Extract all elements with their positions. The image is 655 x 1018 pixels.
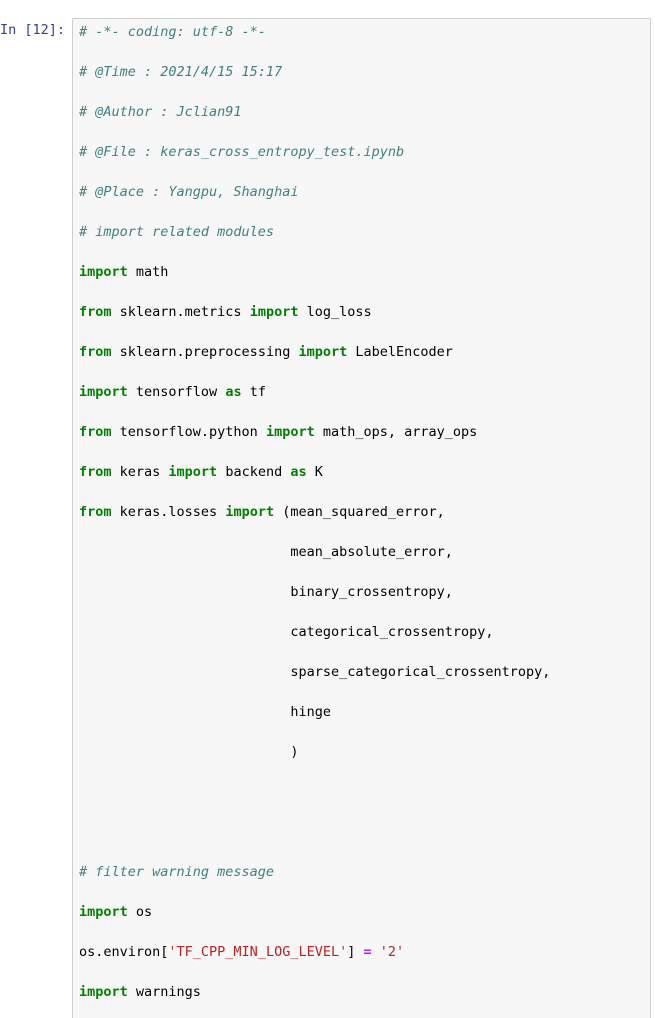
code-token-n: log_loss xyxy=(298,304,372,320)
code-token-n: os xyxy=(127,904,153,920)
code-line: from tensorflow.python import math_ops, … xyxy=(79,422,646,442)
code-token-s: 'TF_CPP_MIN_LOG_LEVEL' xyxy=(168,944,348,960)
code-token-n: sklearn.metrics xyxy=(111,304,250,320)
code-token-k: from xyxy=(79,344,112,360)
code-line: # -*- coding: utf-8 -*- xyxy=(79,22,646,42)
code-line: from sklearn.metrics import log_loss xyxy=(79,302,646,322)
code-token-n: ] xyxy=(347,944,364,960)
code-token-k: import xyxy=(79,384,128,400)
code-token-k: from xyxy=(79,304,112,320)
code-line: # @Time : 2021/4/15 15:17 xyxy=(79,62,646,82)
code-line: ) xyxy=(79,742,646,762)
code-token-n: sparse_categorical_crossentropy, xyxy=(79,664,551,680)
code-token-n xyxy=(372,944,380,960)
code-token-k: from xyxy=(79,424,112,440)
cell-execution-prompt[interactable]: In [12]: xyxy=(0,18,72,40)
notebook-code-cell[interactable]: In [12]: # -*- coding: utf-8 -*- # @Time… xyxy=(0,0,655,1018)
code-token-c: # @Author : Jclian91 xyxy=(79,104,242,120)
code-line: # import related modules xyxy=(79,222,646,242)
code-token-k: import xyxy=(168,464,218,480)
code-token-n: binary_crossentropy, xyxy=(79,584,453,600)
code-token-n: backend xyxy=(217,464,291,480)
code-line: binary_crossentropy, xyxy=(79,582,646,602)
cell-input-area[interactable]: # -*- coding: utf-8 -*- # @Time : 2021/4… xyxy=(72,18,651,1018)
code-line: # @Place : Yangpu, Shanghai xyxy=(79,182,646,202)
code-token-n: keras xyxy=(111,464,169,480)
code-line: # filter warning message xyxy=(79,862,646,882)
code-token-n: warnings xyxy=(127,984,201,1000)
code-token-s: '2' xyxy=(379,944,405,960)
code-token-n: ) xyxy=(79,744,299,760)
code-token-c: # import related modules xyxy=(79,224,275,240)
code-token-n: hinge xyxy=(79,704,331,720)
code-token-k: import xyxy=(249,304,299,320)
code-token-k: from xyxy=(79,504,112,520)
code-token-n: tensorflow xyxy=(127,384,226,400)
code-editor[interactable]: # -*- coding: utf-8 -*- # @Time : 2021/4… xyxy=(79,22,646,1018)
code-line: sparse_categorical_crossentropy, xyxy=(79,662,646,682)
code-line: hinge xyxy=(79,702,646,722)
code-token-o: = xyxy=(363,944,372,960)
code-token-c: # @File : keras_cross_entropy_test.ipynb xyxy=(79,144,405,160)
code-token-n: (mean_squared_error, xyxy=(274,504,445,520)
code-token-k: import xyxy=(79,984,128,1000)
code-token-c: # @Time : 2021/4/15 15:17 xyxy=(79,64,283,80)
code-line: from keras.losses import (mean_squared_e… xyxy=(79,502,646,522)
code-token-n: sklearn.preprocessing xyxy=(111,344,299,360)
code-token-n: math_ops, array_ops xyxy=(314,424,478,440)
code-token-n: math xyxy=(127,264,169,280)
code-line: # @Author : Jclian91 xyxy=(79,102,646,122)
code-token-c: # -*- coding: utf-8 -*- xyxy=(79,24,266,40)
code-token-n: LabelEncoder xyxy=(347,344,453,360)
code-token-k: import xyxy=(79,904,128,920)
code-token-k: as xyxy=(225,384,242,400)
code-line: import tensorflow as tf xyxy=(79,382,646,402)
code-line: os.environ['TF_CPP_MIN_LOG_LEVEL'] = '2' xyxy=(79,942,646,962)
code-token-c: # filter warning message xyxy=(79,864,275,880)
code-token-n: tf xyxy=(241,384,266,400)
code-token-n: K xyxy=(306,464,323,480)
code-token-c: # @Place : Yangpu, Shanghai xyxy=(79,184,299,200)
code-line: mean_absolute_error, xyxy=(79,542,646,562)
code-token-k: import xyxy=(79,264,128,280)
code-line: from sklearn.preprocessing import LabelE… xyxy=(79,342,646,362)
code-token-k: as xyxy=(290,464,307,480)
code-token-k: import xyxy=(265,424,315,440)
code-token-k: import xyxy=(298,344,348,360)
code-token-n: categorical_crossentropy, xyxy=(79,624,494,640)
notebook-container: In [12]: # -*- coding: utf-8 -*- # @Time… xyxy=(0,0,655,1018)
code-token-n: mean_absolute_error, xyxy=(79,544,453,560)
code-line: import math xyxy=(79,262,646,282)
code-line: from keras import backend as K xyxy=(79,462,646,482)
code-token-k: from xyxy=(79,464,112,480)
code-token-n: tensorflow.python xyxy=(111,424,266,440)
code-token-k: import xyxy=(225,504,275,520)
code-line: categorical_crossentropy, xyxy=(79,622,646,642)
code-line: import os xyxy=(79,902,646,922)
code-line: # @File : keras_cross_entropy_test.ipynb xyxy=(79,142,646,162)
code-token-n: keras.losses xyxy=(111,504,226,520)
code-line: import warnings xyxy=(79,982,646,1002)
code-token-n: os.environ[ xyxy=(79,944,169,960)
